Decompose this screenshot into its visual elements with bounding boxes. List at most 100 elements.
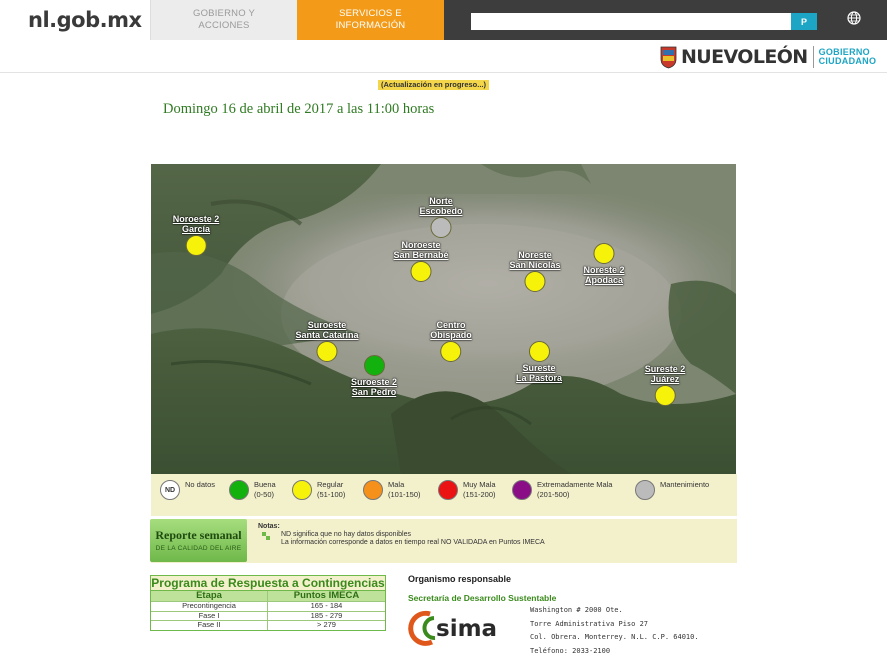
top-navbar: nl.gob.mx GOBIERNO Y ACCIONES SERVICIOS E… <box>0 0 887 40</box>
station-label[interactable]: Noreste 2 Apodaca <box>583 265 624 285</box>
station-label-line2: Apodaca <box>584 275 623 285</box>
station-status-dot[interactable] <box>528 341 550 362</box>
station-label-line2: La Pastora <box>515 373 563 383</box>
station-label[interactable]: Noroeste 2 García <box>173 214 220 234</box>
nav-servicios-line2: INFORMACIÓN <box>335 20 406 31</box>
secretaria-link[interactable]: Secretaría de Desarrollo Sustentable <box>408 593 556 603</box>
table-cell: 165 - 184 <box>310 601 343 610</box>
sima-logo-text: sima <box>436 616 497 642</box>
station-label-line1: Sureste <box>522 363 556 373</box>
nav-gobierno-line2: ACCIONES <box>198 20 250 31</box>
legend: ND No datos Buena (0-50) Regular (51-100) … <box>151 474 737 516</box>
station-label-line1: Norte <box>429 196 453 206</box>
legend-mala-label: Mala (101-150) <box>388 480 421 500</box>
station-marker[interactable]: Noreste San Nicolás <box>509 250 561 293</box>
search-button[interactable]: P <box>791 13 817 30</box>
brand-divider <box>812 46 814 68</box>
legend-extmala-dot <box>512 480 532 500</box>
date-line: Domingo 16 de abril de 2017 a las 11:00 … <box>163 101 435 117</box>
contingency-header-row: Etapa Puntos IMECA <box>151 591 385 601</box>
legend-mala-label2: (101-150) <box>388 490 421 499</box>
nuevo-leon-brand[interactable]: NUEVOLEÓN GOBIERNO CIUDADANO <box>660 44 876 70</box>
legend-regular-dot <box>292 480 312 500</box>
header-divider <box>0 72 887 73</box>
search-input[interactable] <box>471 13 791 30</box>
table-cell: > 279 <box>317 620 336 629</box>
station-label[interactable]: Centro Obispado <box>430 320 472 340</box>
address-line-1: Washington # 2000 Ote. <box>530 606 623 614</box>
station-marker[interactable]: Norte Escobedo <box>419 196 463 239</box>
station-label[interactable]: Suroeste Santa Catarina <box>295 320 358 340</box>
station-status-dot[interactable] <box>430 217 452 238</box>
search-button-label: P <box>800 16 807 27</box>
station-label[interactable]: Suroeste 2 San Pedro <box>351 377 397 397</box>
nav-servicios-line1: SERVICIOS E <box>339 8 402 19</box>
legend-nd-label1: No datos <box>185 480 216 489</box>
weekly-report-button[interactable]: Reporte semanal DE LA CALIDAD DEL AIRE <box>150 519 247 562</box>
station-status-dot[interactable] <box>440 341 462 362</box>
station-label[interactable]: Sureste La Pastora <box>516 363 562 383</box>
contingency-header-puntos: Puntos IMECA <box>293 590 360 601</box>
station-label[interactable]: Noreste San Nicolás <box>509 250 560 270</box>
station-status-dot[interactable] <box>524 271 546 292</box>
station-marker[interactable]: Noreste 2 Apodaca <box>583 242 625 285</box>
contingency-table: Programa de Respuesta a Contingencias Et… <box>150 575 386 631</box>
report-title: Reporte semanal <box>155 528 242 542</box>
update-badge: (Actualización en progreso...) <box>378 80 490 90</box>
report-subtitle: DE LA CALIDAD DEL AIRE <box>155 545 242 552</box>
notes-title: Notas: <box>258 523 280 530</box>
station-label[interactable]: Sureste 2 Juárez <box>645 364 686 384</box>
legend-buena-dot <box>229 480 249 500</box>
station-status-dot[interactable] <box>185 235 207 256</box>
station-label-line2: San Pedro <box>351 387 397 397</box>
station-marker[interactable]: Centro Obispado <box>430 320 472 363</box>
station-label-line2: Obispado <box>430 330 472 340</box>
station-label-line2: Santa Catarina <box>295 330 359 340</box>
address-line-2: Torre Administrativa Piso 27 <box>530 620 649 628</box>
contingency-header-etapa: Etapa <box>151 591 268 601</box>
station-status-dot[interactable] <box>654 385 676 406</box>
station-marker[interactable]: Suroeste Santa Catarina <box>295 320 359 363</box>
site-logo[interactable]: nl.gob.mx <box>0 0 150 40</box>
legend-mala-label1: Mala <box>388 480 405 489</box>
station-label-line1: Suroeste <box>307 320 347 330</box>
legend-regular-label1: Regular <box>317 480 344 489</box>
globe-icon[interactable] <box>847 11 861 25</box>
station-status-dot[interactable] <box>316 341 338 362</box>
legend-nd-symbol: ND <box>164 486 176 494</box>
station-marker[interactable]: Sureste La Pastora <box>516 340 562 383</box>
nav-servicios-informacion[interactable]: SERVICIOS E INFORMACIÓN <box>297 0 444 40</box>
station-label[interactable]: Noroeste San Bernabé <box>393 240 448 260</box>
legend-extmala-label: Extremadamente Mala (201-500) <box>537 480 612 500</box>
legend-regular-label2: (51-100) <box>317 490 346 499</box>
table-cell: Fase I <box>151 611 268 620</box>
legend-extmala-label2: (201-500) <box>537 490 570 499</box>
station-marker[interactable]: Noroeste San Bernabé <box>393 240 449 283</box>
station-status-dot[interactable] <box>363 355 385 376</box>
note-bullet-icon <box>262 532 270 540</box>
station-status-dot[interactable] <box>410 261 432 282</box>
nav-gobierno-acciones[interactable]: GOBIERNO Y ACCIONES <box>150 0 297 40</box>
shield-icon <box>660 46 677 69</box>
station-marker[interactable]: Suroeste 2 San Pedro <box>351 354 397 397</box>
legend-buena-label1: Buena <box>254 480 276 489</box>
legend-muymala-dot <box>438 480 458 500</box>
legend-muymala-label1: Muy Mala <box>463 480 496 489</box>
station-marker[interactable]: Noroeste 2 García <box>173 214 220 257</box>
legend-nd-label: No datos <box>185 480 215 490</box>
station-label-line2: San Bernabé <box>393 250 449 260</box>
contingency-title: Programa de Respuesta a Contingencias <box>151 576 385 591</box>
table-row: Fase II > 279 <box>151 620 385 630</box>
nav-gobierno-line1: GOBIERNO Y <box>192 8 255 19</box>
legend-muymala-label2: (151-200) <box>463 490 496 499</box>
station-label-line1: Noreste 2 <box>583 265 625 275</box>
station-status-dot[interactable] <box>593 243 615 264</box>
brand-name: NUEVOLEÓN <box>681 46 808 68</box>
address-line-3: Col. Obrera. Monterrey. N.L. C.P. 64010. <box>530 633 699 641</box>
station-label-line1: Noreste <box>518 250 552 260</box>
station-label[interactable]: Norte Escobedo <box>419 196 462 216</box>
station-marker[interactable]: Sureste 2 Juárez <box>645 364 686 407</box>
sima-logo[interactable]: sima <box>408 606 514 648</box>
site-logo-text: nl.gob.mx <box>28 8 142 32</box>
table-row: Fase I 185 - 279 <box>151 610 385 620</box>
